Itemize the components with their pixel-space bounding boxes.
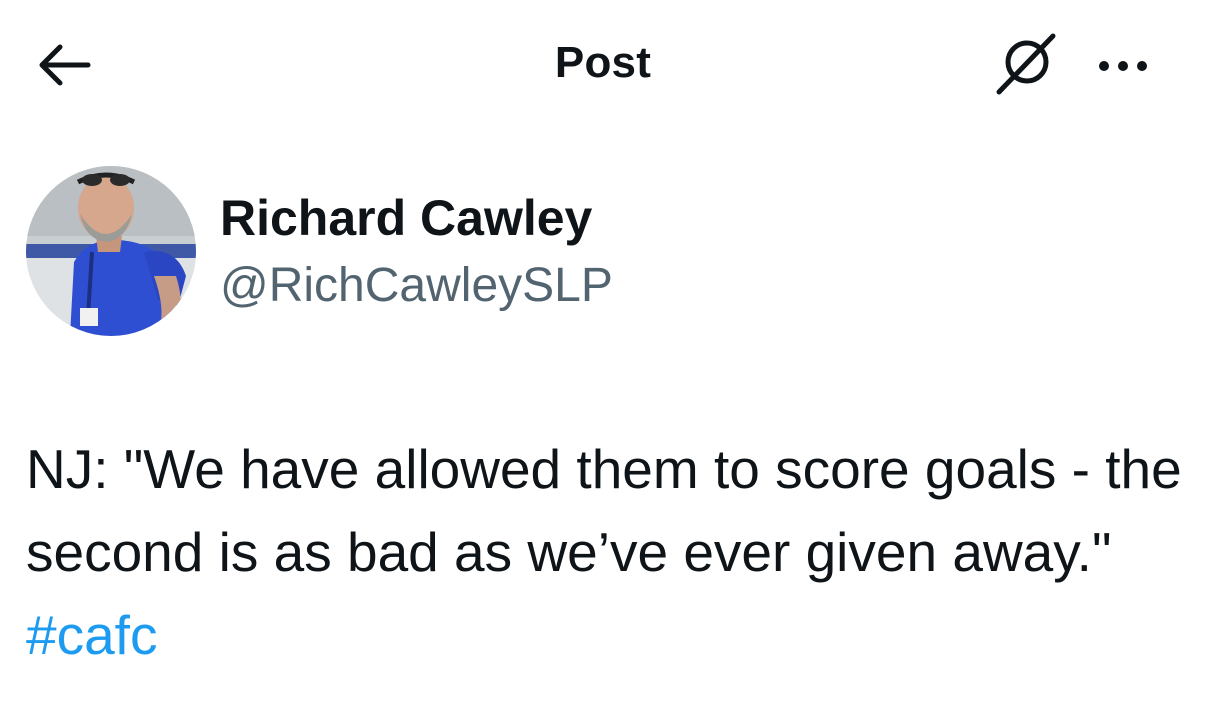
hashtag-link[interactable]: #cafc [26, 604, 157, 666]
more-horizontal-icon [1099, 61, 1147, 71]
post-body: NJ: "We have allowed them to score goals… [26, 428, 1186, 677]
top-bar: Post [0, 0, 1206, 130]
more-options-button[interactable] [1088, 36, 1160, 96]
grok-button[interactable] [988, 28, 1064, 100]
post-text: NJ: "We have allowed them to score goals… [26, 438, 1182, 583]
author-handle[interactable]: @RichCawleySLP [220, 256, 613, 316]
author-display-name[interactable]: Richard Cawley [220, 188, 592, 248]
grok-icon [996, 33, 1056, 95]
avatar[interactable] [26, 166, 196, 336]
